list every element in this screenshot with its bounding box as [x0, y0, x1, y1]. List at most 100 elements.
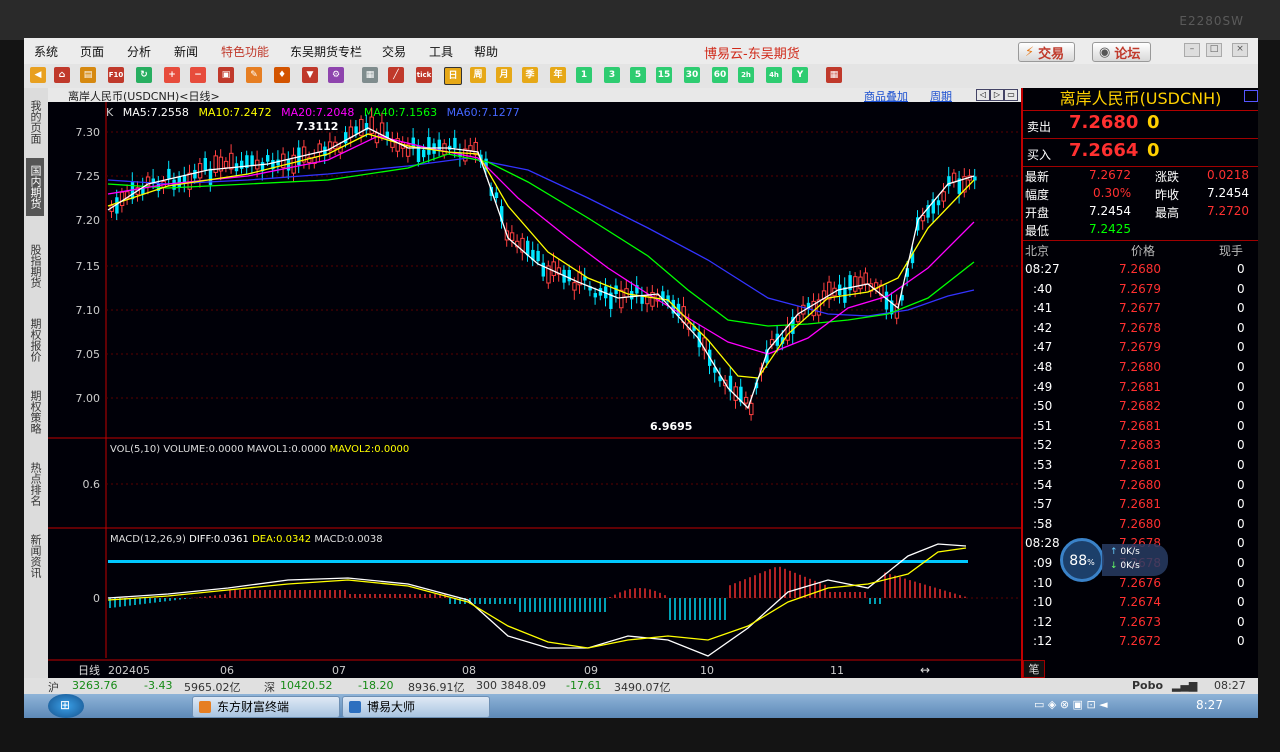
table-icon[interactable]: ▦	[362, 67, 378, 83]
download-icon: ↓	[1110, 561, 1118, 571]
menu-features[interactable]: 特色功能	[221, 43, 269, 60]
tick-row: :54 7.2680 0	[1023, 478, 1258, 496]
min1-icon[interactable]: 1	[576, 67, 592, 83]
toolbar: ◀ ⌂ ▤ F10 ↻ + − ▣ ✎ ♦ ▼ ⚙ ▦ ╱ tick 日 周 月…	[24, 64, 1258, 89]
daily-icon[interactable]: 日	[444, 67, 462, 85]
min60-icon[interactable]: 60	[712, 67, 728, 83]
menu-trade[interactable]: 交易	[382, 43, 406, 60]
line-chart-icon[interactable]: ╱	[388, 67, 404, 83]
tick-time: 08:27	[1025, 262, 1060, 276]
zoom-in-icon[interactable]: +	[164, 67, 180, 83]
side-tab-index-futures[interactable]: 股指期货	[26, 238, 44, 294]
side-tab-option-strategy[interactable]: 期权策略	[26, 384, 44, 440]
side-tab-option-quotes[interactable]: 期权报价	[26, 312, 44, 368]
menu-help[interactable]: 帮助	[474, 43, 498, 60]
network-widget: 88% ↑ 0K/s ↓ 0K/s	[1060, 538, 1170, 582]
brand-label: Pobo	[1132, 679, 1164, 692]
menu-bar: 系统 页面 分析 新闻 特色功能 东吴期货专栏 交易 工具 帮助 博易云-东吴期…	[24, 38, 1258, 65]
settings-icon[interactable]: ⚙	[328, 67, 344, 83]
min30-icon[interactable]: 30	[684, 67, 700, 83]
x-label-08: 08	[462, 664, 476, 677]
candle-body	[437, 139, 441, 151]
menu-news[interactable]: 新闻	[174, 43, 198, 60]
refresh-icon[interactable]: ↻	[136, 67, 152, 83]
back-icon[interactable]: ◀	[30, 67, 46, 83]
pen-icon[interactable]: ✎	[246, 67, 262, 83]
trade-button-label: 交易	[1038, 46, 1065, 62]
tick-price: 7.2681	[1119, 418, 1161, 433]
tick-time: :10	[1033, 575, 1053, 590]
close-icon[interactable]: ×	[1232, 43, 1248, 57]
sidebar: 我的页面 国内期货 股指期货 期权报价 期权策略 热点排名 新闻资讯	[24, 88, 49, 718]
taskbar-item-boyi[interactable]: 博易大师	[342, 696, 490, 718]
side-tab-domestic-futures[interactable]: 国内期货	[26, 158, 44, 216]
tick-price: 7.2673	[1119, 614, 1161, 629]
y-tick-700: 7.00	[76, 392, 101, 405]
tick-volume: 0	[1237, 281, 1245, 296]
trade-button[interactable]: ⚡ 交易	[1018, 42, 1076, 62]
hour2-icon[interactable]: 2h	[738, 67, 754, 83]
ticks-tab[interactable]: 笔	[1023, 660, 1045, 678]
minimize-icon[interactable]: –	[1184, 43, 1200, 57]
min3-icon[interactable]: 3	[604, 67, 620, 83]
menu-analysis[interactable]: 分析	[127, 43, 151, 60]
side-tab-my-page[interactable]: 我的页面	[26, 90, 44, 154]
taskbar-item-eastmoney[interactable]: 东方财富终端	[192, 696, 340, 718]
x-label-09: 09	[584, 664, 598, 677]
panel-toggle-icon[interactable]	[1244, 90, 1258, 102]
tick-row: :40 7.2679 0	[1023, 282, 1258, 300]
weekly-icon[interactable]: 周	[470, 67, 486, 83]
candle-body	[266, 155, 270, 162]
forum-button[interactable]: ◉ 论坛	[1092, 42, 1152, 62]
zoom-out-icon[interactable]: −	[190, 67, 206, 83]
candle-body	[853, 276, 858, 292]
menu-dongwu-column[interactable]: 东吴期货专栏	[290, 43, 362, 60]
window-icon[interactable]: ▣	[218, 67, 234, 83]
tick-volume: 0	[1237, 575, 1245, 590]
monthly-icon[interactable]: 月	[496, 67, 512, 83]
low-marker: 6.9695	[650, 420, 692, 433]
tick-time: :58	[1033, 516, 1053, 531]
min5-icon[interactable]: 5	[630, 67, 646, 83]
tray-icons[interactable]: ▭ ◈ ⊗ ▣ ⊡ ◄	[1034, 698, 1108, 711]
yearly-icon[interactable]: 年	[550, 67, 566, 83]
start-button[interactable]: ⊞	[48, 694, 84, 718]
min15-icon[interactable]: 15	[656, 67, 672, 83]
lightning-icon: ⚡	[1025, 44, 1035, 60]
tick-time: :54	[1033, 477, 1053, 492]
macd-params-label: MACD(12,26,9)	[110, 534, 186, 545]
home-icon[interactable]: ⌂	[54, 67, 70, 83]
custom-period-icon[interactable]: Y	[792, 67, 808, 83]
folder-icon[interactable]: ▤	[80, 67, 96, 83]
tick-volume: 0	[1237, 614, 1245, 629]
quarterly-icon[interactable]: 季	[522, 67, 538, 83]
maximize-icon[interactable]: □	[1206, 43, 1222, 57]
high-value: 7.2720	[1207, 204, 1249, 218]
paint-icon[interactable]: ♦	[274, 67, 290, 83]
menu-tools[interactable]: 工具	[429, 43, 453, 60]
f10-icon[interactable]: F10	[108, 67, 124, 83]
filter-icon[interactable]: ▼	[302, 67, 318, 83]
candle-body	[354, 126, 358, 134]
hour4-icon[interactable]: 4h	[766, 67, 782, 83]
change-label: 涨跌	[1155, 170, 1180, 184]
kline-chart[interactable]: 离岸人民币(USDCNH)<日线> 商品叠加 周期 ◁ ▷ ▭ K MA5:7.…	[48, 88, 1023, 678]
menu-page[interactable]: 页面	[80, 43, 104, 60]
grid-icon[interactable]: ▦	[826, 67, 842, 83]
mavol2-label: MAVOL2:0.0000	[329, 444, 410, 455]
side-tab-news[interactable]: 新闻资讯	[26, 528, 44, 584]
side-tab-hot-ranking[interactable]: 热点排名	[26, 456, 44, 512]
tick-icon[interactable]: tick	[416, 67, 432, 83]
tick-volume: 0	[1237, 301, 1245, 316]
vol-tick: 0.6	[83, 478, 101, 491]
tick-time: :52	[1033, 438, 1053, 453]
resize-icon[interactable]: ↔	[920, 663, 930, 677]
taskbar-item-boyi-label: 博易大师	[367, 700, 416, 714]
tick-row: :53 7.2681 0	[1023, 458, 1258, 476]
candle-body	[473, 141, 478, 156]
tick-volume: 0	[1237, 418, 1245, 433]
tick-volume: 0	[1237, 399, 1245, 414]
menu-system[interactable]: 系统	[34, 43, 58, 60]
candle-body	[250, 155, 254, 166]
upload-speed-value: 0K/s	[1120, 547, 1140, 557]
